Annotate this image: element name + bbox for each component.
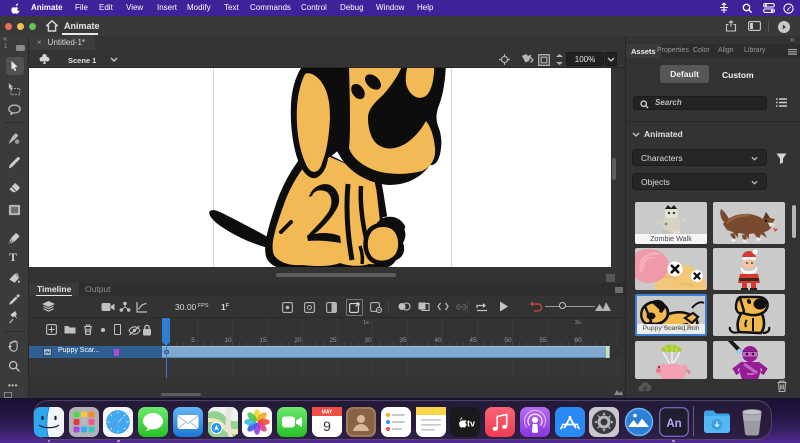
svg-text:An: An <box>666 418 681 430</box>
svg-text:MAY: MAY <box>321 409 332 415</box>
svg-text:tv: tv <box>467 418 475 428</box>
svg-text:9: 9 <box>323 418 331 434</box>
